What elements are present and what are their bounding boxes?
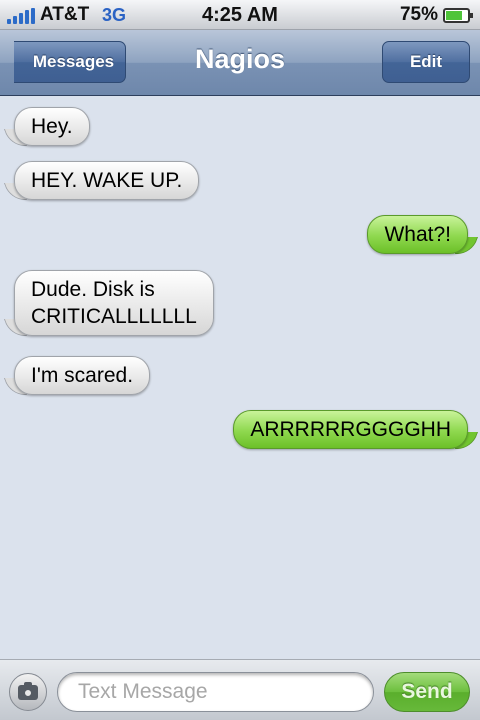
message-thread[interactable]: Hey. HEY. WAKE UP. What?! Dude. Disk is … bbox=[0, 97, 480, 659]
camera-icon bbox=[18, 682, 38, 700]
camera-lens bbox=[23, 688, 33, 698]
camera-button[interactable] bbox=[9, 673, 47, 711]
outgoing-message[interactable]: ARRRRRRGGGGHH bbox=[233, 410, 468, 449]
incoming-message[interactable]: I'm scared. bbox=[14, 356, 151, 395]
incoming-message[interactable]: Hey. bbox=[14, 107, 90, 146]
status-bar: AT&T 3G 4:25 AM 75% bbox=[0, 0, 480, 30]
send-button[interactable]: Send bbox=[384, 672, 470, 712]
battery-icon bbox=[443, 8, 473, 23]
battery-fill bbox=[446, 11, 462, 20]
incoming-message[interactable]: HEY. WAKE UP. bbox=[14, 161, 200, 200]
outgoing-message[interactable]: What?! bbox=[367, 215, 468, 254]
navigation-bar: Messages Nagios Edit bbox=[0, 30, 480, 96]
message-composer: Send bbox=[0, 659, 480, 720]
battery-percent: 75% bbox=[399, 4, 438, 25]
edit-button[interactable]: Edit bbox=[382, 41, 470, 83]
message-input[interactable] bbox=[57, 672, 374, 712]
incoming-message[interactable]: Dude. Disk is CRITICALLLLLLL bbox=[14, 270, 214, 336]
